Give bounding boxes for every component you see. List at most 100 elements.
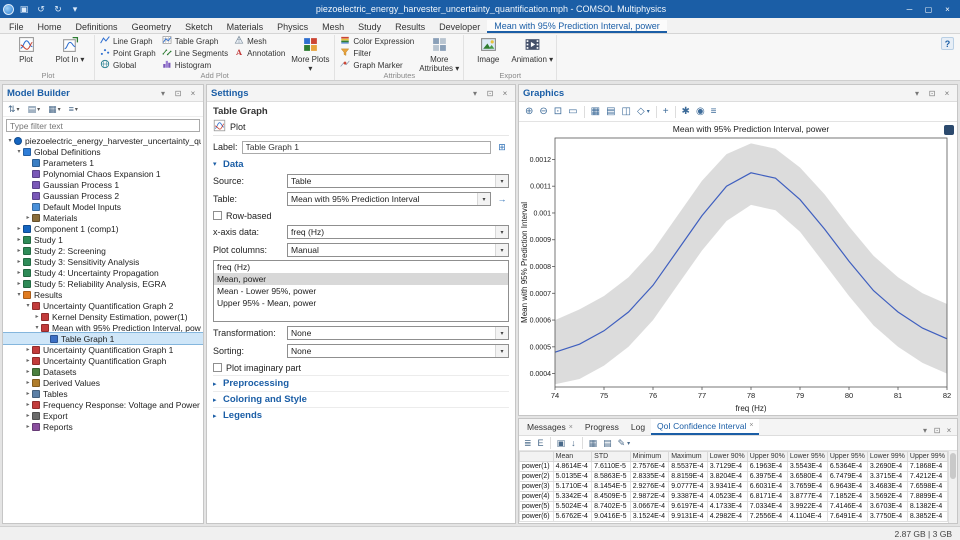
tree-node-export[interactable]: ▸Export	[3, 410, 203, 421]
expand-icon[interactable]: ▸	[15, 280, 23, 287]
tree-node-piezoelectric-energy-harvester-uncertain[interactable]: ▾piezoelectric_energy_harvester_uncertai…	[3, 135, 203, 146]
panel-menu-icon[interactable]: ▾	[469, 89, 481, 98]
undo-icon[interactable]: ↺	[34, 3, 48, 16]
plot-button[interactable]: Plot	[5, 35, 47, 71]
settings-gear-icon[interactable]: ✱	[682, 106, 690, 117]
line-graph-button[interactable]: Line Graph	[98, 35, 158, 47]
table-scrollbar[interactable]	[948, 451, 957, 523]
table-cell[interactable]: 9.9131E-4	[669, 512, 708, 522]
tree-node-frequency-response-voltage-and-power[interactable]: ▸Frequency Response: Voltage and Power	[3, 399, 203, 410]
expand-icon[interactable]: ▸	[24, 346, 32, 353]
table-cell[interactable]: 7.8899E-4	[907, 492, 947, 502]
global-button[interactable]: Global	[98, 59, 158, 71]
table-cell[interactable]: 3.2690E-4	[867, 462, 907, 472]
ribbon-tab-mesh[interactable]: Mesh	[315, 21, 351, 33]
tree-display-icon[interactable]: ▤▾	[28, 104, 41, 115]
default-view-icon[interactable]: ◇	[637, 106, 645, 117]
table-cell[interactable]: 7.4212E-4	[907, 472, 947, 482]
histogram-button[interactable]: Histogram	[160, 59, 230, 71]
plot-imaginary-checkbox[interactable]	[213, 363, 222, 372]
table-cell[interactable]: 5.5024E-4	[553, 502, 592, 512]
expand-icon[interactable]: ▸	[24, 412, 32, 419]
table-row-power-5[interactable]: power(5)5.5024E-48.7402E-53.0667E-49.619…	[520, 502, 948, 512]
collapse-icon[interactable]: ▾	[6, 137, 14, 144]
table-cell[interactable]: 3.3715E-4	[867, 472, 907, 482]
table-cell[interactable]: 5.1710E-4	[553, 482, 592, 492]
minimize-button[interactable]: ─	[900, 2, 919, 16]
table-cell[interactable]: 6.7479E-4	[827, 472, 867, 482]
expand-icon[interactable]: ▸	[24, 357, 32, 364]
close-tab-icon[interactable]: ×	[749, 422, 753, 429]
ribbon-tab-developer[interactable]: Developer	[432, 21, 487, 33]
table-cell[interactable]: 3.1524E-4	[630, 512, 669, 522]
table-cell[interactable]: 3.5692E-4	[867, 492, 907, 502]
table-row-power-3[interactable]: power(3)5.1710E-48.1454E-52.9276E-49.077…	[520, 482, 948, 492]
table-surface-icon[interactable]: ▤	[603, 438, 612, 449]
table-cell[interactable]: 9.0416E-5	[592, 512, 631, 522]
table-cell[interactable]: 3.9341E-4	[707, 482, 747, 492]
print-icon[interactable]: ≡	[711, 106, 717, 117]
show-options-icon[interactable]: ▦▾	[48, 104, 61, 115]
table-cell[interactable]: 7.1852E-4	[827, 492, 867, 502]
plot-columns-select[interactable]: Manual ▾	[287, 243, 509, 257]
ribbon-tab-materials[interactable]: Materials	[220, 21, 271, 33]
tab-progress[interactable]: Progress	[579, 419, 625, 435]
table-cell[interactable]: 7.6491E-4	[827, 512, 867, 522]
section-coloring-and-style[interactable]: ▸Coloring and Style	[213, 391, 509, 407]
zoom-extents-icon[interactable]: ⊡	[554, 106, 562, 117]
expand-icon[interactable]: ▸	[24, 401, 32, 408]
source-select[interactable]: Table ▾	[287, 174, 509, 188]
tree-node-polynomial-chaos-expansion-1[interactable]: Polynomial Chaos Expansion 1	[3, 168, 203, 179]
table-cell[interactable]: 5.6762E-4	[553, 512, 592, 522]
table-cell[interactable]: 3.8777E-4	[787, 492, 827, 502]
collapse-icon[interactable]: ▾	[15, 291, 23, 298]
tree-node-mean-with-95-prediction-interval-power[interactable]: ▾Mean with 95% Prediction Interval, powe…	[3, 322, 203, 333]
x-axis-data-select[interactable]: freq (Hz) ▾	[287, 225, 509, 239]
table-cell[interactable]: 3.5543E-4	[787, 462, 827, 472]
expand-icon[interactable]: ▸	[15, 225, 23, 232]
table-header-maximum[interactable]: Maximum	[669, 452, 708, 462]
more-attributes-button[interactable]: More Attributes ▾	[418, 35, 460, 71]
tree-node-reports[interactable]: ▸Reports	[3, 421, 203, 432]
line-segments-button[interactable]: Line Segments	[160, 47, 230, 59]
collapse-icon[interactable]: ▾	[15, 148, 23, 155]
table-row-power-4[interactable]: power(4)5.3342E-48.4509E-52.9872E-49.338…	[520, 492, 948, 502]
panel-menu-icon[interactable]: ▾	[157, 89, 169, 98]
tree-node-results[interactable]: ▾Results	[3, 289, 203, 300]
table-header-upper-99[interactable]: Upper 99%	[907, 452, 947, 462]
table-cell[interactable]: 2.7576E-4	[630, 462, 669, 472]
help-icon[interactable]: ?	[941, 37, 954, 50]
float-panel-icon[interactable]: ⊡	[926, 89, 938, 98]
model-tree-settings-icon[interactable]: ≡▾	[69, 104, 78, 114]
ribbon-tab-mean-with-95-prediction-interval-power[interactable]: Mean with 95% Prediction Interval, power	[487, 20, 667, 33]
tree-node-uncertainty-quantification-graph-1[interactable]: ▸Uncertainty Quantification Graph 1	[3, 344, 203, 355]
tree-node-study-5-reliability-analysis-egra[interactable]: ▸Study 5: Reliability Analysis, EGRA	[3, 278, 203, 289]
row-label[interactable]: power(5)	[520, 502, 554, 512]
plot-in-button[interactable]: Plot In ▾	[49, 35, 91, 71]
plot-button[interactable]: Plot	[213, 118, 509, 136]
table-cell[interactable]: 4.1733E-4	[707, 502, 747, 512]
tree-node-study-3-sensitivity-analysis[interactable]: ▸Study 3: Sensitivity Analysis	[3, 256, 203, 267]
table-cell[interactable]: 7.4146E-4	[827, 502, 867, 512]
panel-menu-icon[interactable]: ▾	[911, 89, 923, 98]
close-button[interactable]: ×	[938, 2, 957, 16]
rename-icon[interactable]: ⊞	[495, 140, 509, 154]
edit-table-icon[interactable]: ✎	[618, 438, 626, 449]
table-header-row-label[interactable]	[520, 452, 554, 462]
panel-menu-icon[interactable]: ▾	[919, 426, 931, 435]
float-panel-icon[interactable]: ⊡	[931, 426, 943, 435]
tree-node-component-1-comp1[interactable]: ▸Component 1 (comp1)	[3, 223, 203, 234]
table-row-power-2[interactable]: power(2)5.0135E-48.5863E-52.8335E-48.815…	[520, 472, 948, 482]
tree-filter-input[interactable]	[6, 119, 200, 132]
tree-node-global-definitions[interactable]: ▾Global Definitions	[3, 146, 203, 157]
table-cell[interactable]: 2.9276E-4	[630, 482, 669, 492]
table-cell[interactable]: 6.6031E-4	[747, 482, 787, 492]
expand-icon[interactable]: ▸	[24, 379, 32, 386]
expand-icon[interactable]: ▸	[24, 214, 32, 221]
tree-node-uncertainty-quantification-graph[interactable]: ▸Uncertainty Quantification Graph	[3, 355, 203, 366]
tree-node-study-4-uncertainty-propagation[interactable]: ▸Study 4: Uncertainty Propagation	[3, 267, 203, 278]
tab-messages[interactable]: Messages×	[521, 419, 579, 435]
close-panel-icon[interactable]: ×	[941, 89, 953, 98]
table-cell[interactable]: 8.4509E-5	[592, 492, 631, 502]
transformation-select[interactable]: None ▾	[287, 326, 509, 340]
